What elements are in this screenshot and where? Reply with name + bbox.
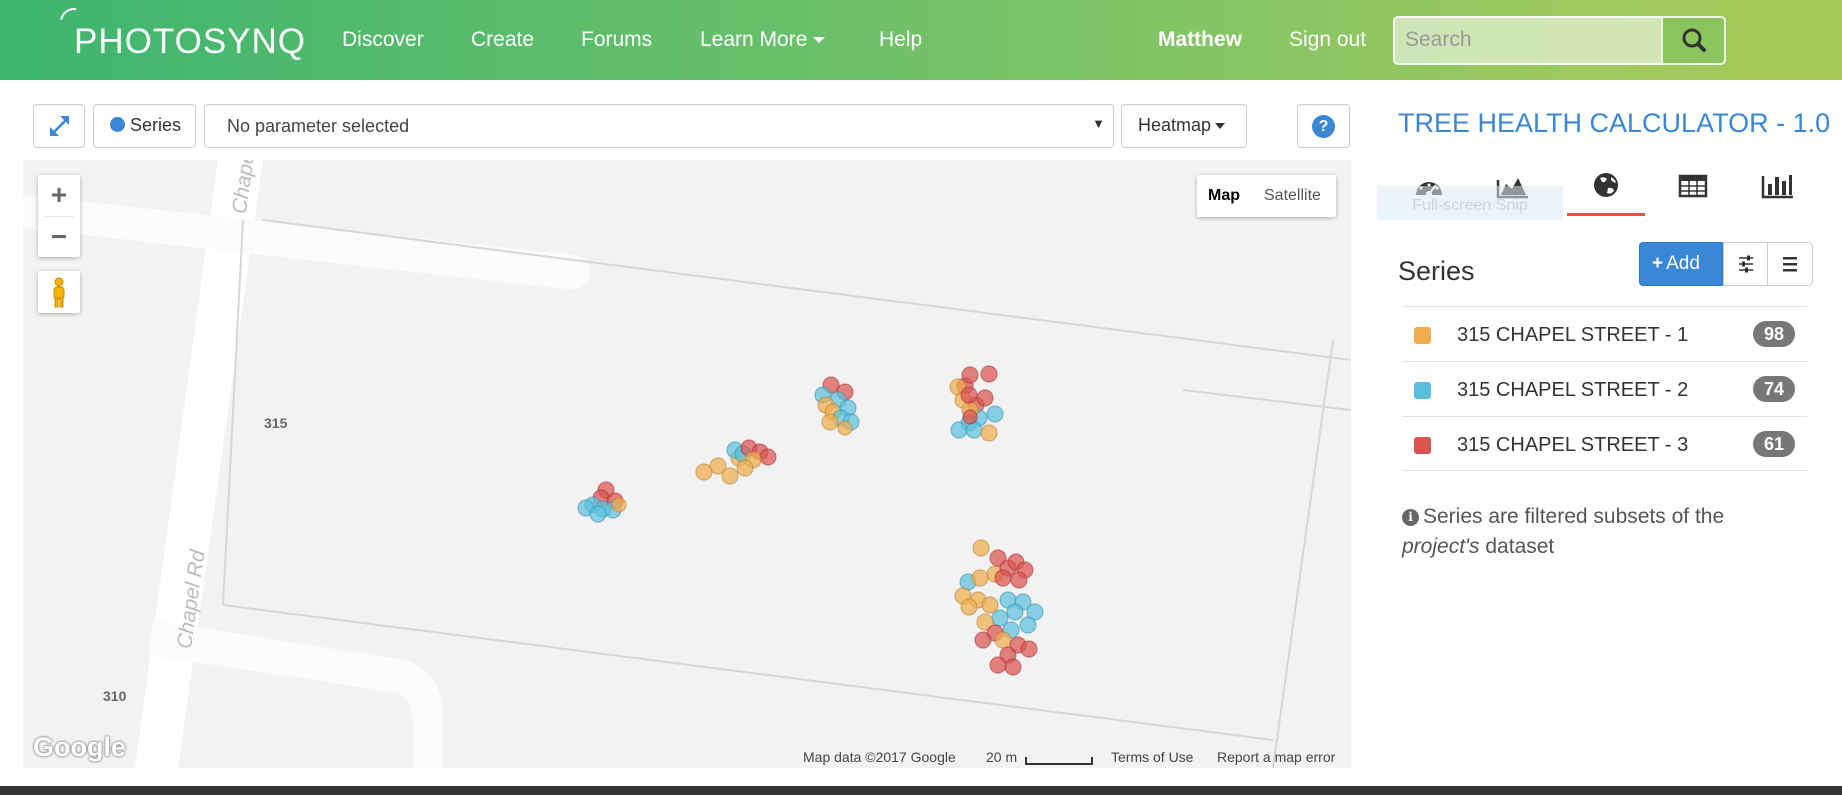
- nav-discover[interactable]: Discover: [342, 28, 424, 52]
- series-points-layer: [577, 365, 1044, 676]
- nav-user[interactable]: Matthew: [1158, 28, 1242, 52]
- sliders-icon: [1739, 255, 1753, 273]
- series-row[interactable]: 315 CHAPEL STREET - 3 61: [1402, 416, 1807, 471]
- caret-down-icon: [1215, 123, 1226, 130]
- zoom-control: + −: [38, 175, 80, 257]
- nav-forums[interactable]: Forums: [581, 28, 652, 52]
- series-name: 315 CHAPEL STREET - 3: [1457, 434, 1689, 456]
- add-series-label: Add: [1666, 253, 1700, 274]
- map-canvas[interactable]: 315 310 Chapel R Chapel Rd + − Map Satel…: [23, 160, 1351, 768]
- series-count-badge: 61: [1753, 431, 1795, 457]
- search-button[interactable]: [1661, 16, 1726, 65]
- zoom-in-button[interactable]: +: [38, 175, 80, 215]
- search-icon: [1682, 28, 1706, 52]
- map-type-satellite[interactable]: Satellite: [1264, 175, 1321, 217]
- question-icon: ?: [1312, 115, 1335, 138]
- series-heading: Series: [1398, 256, 1475, 286]
- view-mode-label: Heatmap: [1138, 115, 1212, 135]
- bar-chart-icon: [1761, 175, 1793, 199]
- nav-learn-more-label: Learn More: [700, 28, 808, 51]
- nav-create[interactable]: Create: [471, 28, 534, 52]
- point-cluster-4: [949, 365, 1004, 442]
- nav-sign-out[interactable]: Sign out: [1289, 28, 1366, 52]
- project-title: TREE HEALTH CALCULATOR - 1.0: [1398, 108, 1831, 138]
- info-text-before: Series are filtered subsets of the: [1423, 505, 1725, 528]
- address-label-315: 315: [264, 415, 288, 431]
- series-name: 315 CHAPEL STREET - 2: [1457, 379, 1689, 401]
- series-count-badge: 74: [1753, 376, 1795, 402]
- tab-bar-chart[interactable]: [1738, 160, 1816, 216]
- nav-help[interactable]: Help: [879, 28, 922, 52]
- add-series-button[interactable]: + Add: [1639, 242, 1723, 286]
- snip-overlay: Full-screen Snip: [1377, 186, 1563, 220]
- info-text-after: dataset: [1479, 535, 1555, 558]
- series-info-note: i Series are filtered subsets of the proj…: [1402, 502, 1802, 562]
- report-map-error-link[interactable]: Report a map error: [1217, 749, 1335, 765]
- brand-name: PHOTOSYNQ: [74, 22, 307, 61]
- google-logo: Google: [33, 732, 126, 762]
- map-type-control: Map Satellite: [1197, 175, 1336, 217]
- info-icon: i: [1402, 509, 1419, 526]
- series-name: 315 CHAPEL STREET - 1: [1457, 324, 1689, 346]
- terms-of-use-link[interactable]: Terms of Use: [1111, 749, 1193, 765]
- tab-map[interactable]: [1567, 160, 1645, 216]
- pegman-icon: [53, 277, 65, 308]
- globe-icon: [1594, 173, 1618, 197]
- series-toggle-label: Series: [130, 115, 182, 135]
- fullscreen-button[interactable]: [33, 104, 85, 148]
- caret-down-icon: [813, 37, 826, 44]
- parameter-select[interactable]: No parameter selected ▼: [204, 104, 1114, 148]
- series-swatch: [1414, 327, 1431, 344]
- top-navbar: PHOTOSYNQ Discover Create Forums Learn M…: [0, 0, 1842, 80]
- zoom-out-button[interactable]: −: [38, 217, 80, 257]
- table-icon: [1678, 174, 1708, 198]
- street-view-pegman-button[interactable]: [38, 271, 80, 313]
- point-cluster-3: [814, 376, 860, 436]
- search-input[interactable]: Search: [1393, 16, 1663, 65]
- series-list: 315 CHAPEL STREET - 1 98 315 CHAPEL STRE…: [1402, 306, 1807, 471]
- tab-table[interactable]: [1654, 160, 1732, 216]
- map-scale-label: 20 m: [986, 749, 1018, 765]
- series-row[interactable]: 315 CHAPEL STREET - 1 98: [1402, 306, 1807, 361]
- map-type-map[interactable]: Map: [1208, 175, 1240, 217]
- filter-series-button[interactable]: [1723, 242, 1769, 286]
- map-scale-bar: [1025, 757, 1093, 765]
- series-toggle-button[interactable]: Series: [93, 104, 196, 148]
- nav-learn-more[interactable]: Learn More: [700, 28, 826, 52]
- active-tab-indicator: [1567, 213, 1645, 216]
- expand-icon: [50, 116, 69, 136]
- point-cluster-1: [577, 481, 627, 523]
- select-arrow-icon: ▼: [1092, 116, 1105, 131]
- series-swatch: [1414, 382, 1431, 399]
- list-icon: [1783, 257, 1797, 272]
- series-color-dot: [110, 117, 125, 132]
- bottom-bar: [0, 786, 1842, 795]
- series-count-badge: 98: [1753, 321, 1795, 347]
- point-cluster-2: [695, 439, 777, 485]
- help-button[interactable]: ?: [1297, 104, 1350, 148]
- map-data-attribution[interactable]: Map data ©2017 Google: [803, 749, 956, 765]
- view-mode-dropdown[interactable]: Heatmap: [1121, 104, 1247, 148]
- plus-icon: +: [1652, 253, 1664, 274]
- series-swatch: [1414, 437, 1431, 454]
- parameter-select-value: No parameter selected: [227, 116, 410, 136]
- series-row[interactable]: 315 CHAPEL STREET - 2 74: [1402, 361, 1807, 416]
- point-cluster-5: [954, 539, 1044, 676]
- address-label-310: 310: [103, 688, 127, 704]
- info-text-emphasis: project's: [1402, 535, 1480, 558]
- series-menu-button[interactable]: [1767, 242, 1813, 286]
